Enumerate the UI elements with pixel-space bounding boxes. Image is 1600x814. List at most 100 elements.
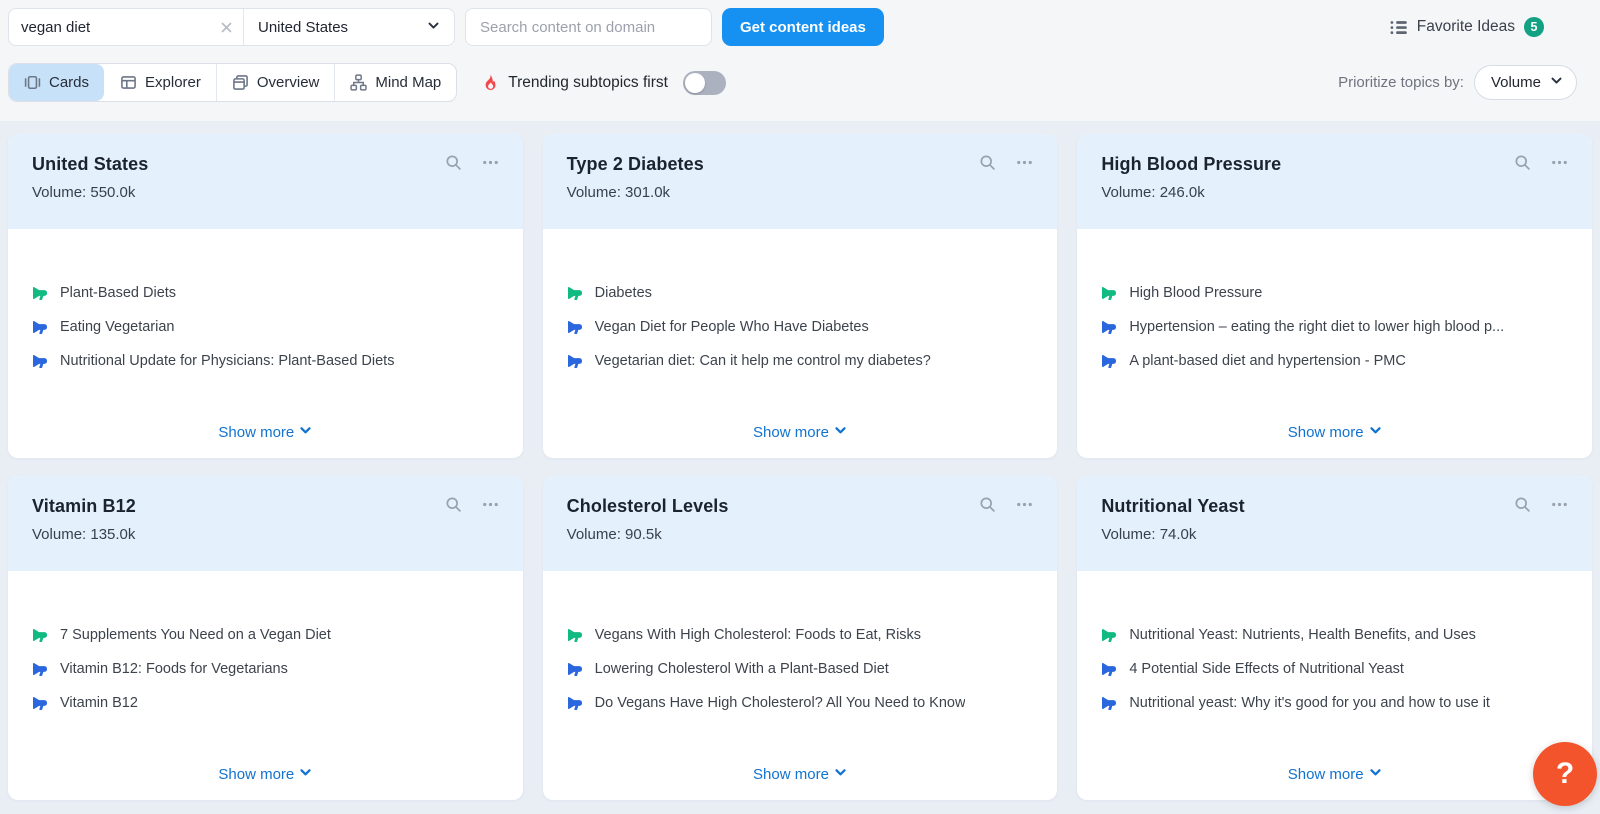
show-more-label: Show more	[218, 424, 295, 441]
headline-text: Vegan Diet for People Who Have Diabetes	[594, 318, 869, 335]
megaphone-icon	[32, 661, 48, 677]
view-tabs: Cards Explorer Overview Mind Map	[8, 63, 458, 102]
tab-mind-map[interactable]: Mind Map	[334, 64, 456, 101]
topic-card: High Blood Pressure Volume: 246.0k High …	[1077, 134, 1592, 458]
topic-search-field	[9, 9, 244, 45]
headline-item[interactable]: Vegetarian diet: Can it help me control …	[567, 350, 1034, 371]
show-more-label: Show more	[1287, 766, 1364, 783]
mindmap-icon	[350, 74, 368, 91]
tab-label: Mind Map	[375, 74, 442, 91]
headline-item[interactable]: A plant-based diet and hypertension - PM…	[1101, 350, 1568, 371]
trending-subtopics-control: Trending subtopics first	[481, 70, 726, 95]
headline-item[interactable]: Vegan Diet for People Who Have Diabetes	[567, 316, 1034, 337]
topic-card: Cholesterol Levels Volume: 90.5k Vegans …	[542, 476, 1058, 800]
show-more-button[interactable]: Show more	[751, 762, 849, 787]
topic-card-body: Plant-Based Diets Eating Vegetarian Nutr…	[8, 229, 523, 458]
card-menu-icon[interactable]	[1016, 496, 1033, 513]
show-more-button[interactable]: Show more	[1286, 420, 1384, 445]
headline-item[interactable]: Nutritional yeast: Why it's good for you…	[1101, 692, 1568, 713]
megaphone-icon	[1101, 353, 1117, 369]
headline-text: Vitamin B12	[60, 694, 138, 711]
megaphone-icon	[567, 661, 583, 677]
show-more-button[interactable]: Show more	[1286, 762, 1384, 787]
search-topic-icon[interactable]	[445, 154, 462, 171]
headline-item[interactable]: 4 Potential Side Effects of Nutritional …	[1101, 658, 1568, 679]
search-topic-icon[interactable]	[979, 496, 996, 513]
headline-item[interactable]: Eating Vegetarian	[32, 316, 499, 337]
topic-volume: Volume: 246.0k	[1101, 184, 1205, 201]
headline-item[interactable]: Diabetes	[567, 282, 1034, 303]
topic-card: Type 2 Diabetes Volume: 301.0k Diabetes …	[542, 134, 1058, 458]
domain-search-input[interactable]	[465, 8, 712, 46]
get-content-ideas-button[interactable]: Get content ideas	[722, 8, 884, 46]
topic-card-title: Cholesterol Levels	[566, 496, 729, 516]
show-more-label: Show more	[1287, 424, 1364, 441]
card-menu-icon[interactable]	[1551, 496, 1568, 513]
search-topic-icon[interactable]	[1514, 496, 1531, 513]
headline-text: Vegans With High Cholesterol: Foods to E…	[594, 626, 922, 643]
megaphone-icon	[32, 353, 48, 369]
megaphone-icon	[1101, 661, 1117, 677]
headline-item[interactable]: Vegans With High Cholesterol: Foods to E…	[567, 624, 1034, 645]
clear-search-icon[interactable]	[220, 21, 233, 34]
tab-overview[interactable]: Overview	[215, 64, 335, 101]
show-more-button[interactable]: Show more	[751, 420, 849, 445]
topic-volume: Volume: 90.5k	[566, 526, 662, 543]
headline-item[interactable]: Vitamin B12: Foods for Vegetarians	[32, 658, 499, 679]
megaphone-icon	[1101, 627, 1117, 643]
card-menu-icon[interactable]	[1016, 154, 1033, 171]
country-select[interactable]: United States	[244, 9, 454, 45]
prioritize-select-value: Volume	[1490, 74, 1541, 91]
toggle-knob	[684, 72, 705, 93]
topic-volume: Volume: 550.0k	[32, 184, 136, 201]
show-more-button[interactable]: Show more	[216, 762, 314, 787]
topic-card: United States Volume: 550.0k Plant-Based…	[8, 134, 523, 458]
chevron-down-icon	[427, 19, 440, 36]
megaphone-icon	[567, 353, 583, 369]
favorite-ideas-button[interactable]: Favorite Ideas 5	[1389, 17, 1544, 37]
headline-text: Lowering Cholesterol With a Plant-Based …	[594, 660, 889, 677]
tab-label: Explorer	[145, 74, 201, 91]
headline-item[interactable]: Hypertension – eating the right diet to …	[1101, 316, 1568, 337]
card-menu-icon[interactable]	[482, 154, 499, 171]
tab-cards[interactable]: Cards	[9, 64, 105, 101]
show-more-label: Show more	[753, 766, 829, 783]
headline-item[interactable]: Lowering Cholesterol With a Plant-Based …	[567, 658, 1034, 679]
tab-explorer[interactable]: Explorer	[104, 64, 216, 101]
topic-card-header: Nutritional Yeast Volume: 74.0k	[1077, 476, 1592, 571]
show-more-button[interactable]: Show more	[216, 420, 314, 445]
headline-text: A plant-based diet and hypertension - PM…	[1129, 352, 1406, 369]
search-topic-icon[interactable]	[979, 154, 996, 171]
prioritize-control: Prioritize topics by: Volume	[1338, 65, 1577, 100]
headline-item[interactable]: Nutritional Yeast: Nutrients, Health Ben…	[1101, 624, 1568, 645]
view-options-row: Cards Explorer Overview Mind Map Trending s…	[8, 63, 1592, 102]
search-topic-icon[interactable]	[1514, 154, 1531, 171]
chevron-down-icon	[834, 766, 847, 783]
headline-list: 7 Supplements You Need on a Vegan Diet V…	[32, 624, 499, 726]
card-menu-icon[interactable]	[1551, 154, 1568, 171]
headline-item[interactable]: Plant-Based Diets	[32, 282, 499, 303]
card-menu-icon[interactable]	[482, 496, 499, 513]
headline-list: Vegans With High Cholesterol: Foods to E…	[567, 624, 1034, 726]
megaphone-icon	[1101, 285, 1117, 301]
topic-search-input[interactable]	[21, 18, 220, 36]
headline-item[interactable]: Do Vegans Have High Cholesterol? All You…	[567, 692, 1034, 713]
prioritize-label: Prioritize topics by:	[1338, 74, 1464, 91]
help-button[interactable]: ?	[1533, 742, 1597, 806]
topbar: United States Get content ideas Favorit	[0, 0, 1600, 121]
headline-text: Vegetarian diet: Can it help me control …	[594, 352, 931, 369]
prioritize-select[interactable]: Volume	[1473, 65, 1577, 100]
tab-label: Cards	[49, 74, 90, 91]
topic-card-title: Type 2 Diabetes	[566, 154, 704, 174]
headline-item[interactable]: Nutritional Update for Physicians: Plant…	[32, 350, 499, 371]
show-more-label: Show more	[753, 424, 829, 441]
search-topic-icon[interactable]	[445, 496, 462, 513]
trending-toggle[interactable]	[682, 70, 726, 95]
headline-item[interactable]: 7 Supplements You Need on a Vegan Diet	[32, 624, 499, 645]
topic-card-title: Nutritional Yeast	[1101, 496, 1245, 516]
headline-text: 4 Potential Side Effects of Nutritional …	[1129, 660, 1404, 677]
headline-item[interactable]: High Blood Pressure	[1101, 282, 1568, 303]
show-more-label: Show more	[218, 766, 295, 783]
megaphone-icon	[567, 319, 583, 335]
headline-item[interactable]: Vitamin B12	[32, 692, 499, 713]
